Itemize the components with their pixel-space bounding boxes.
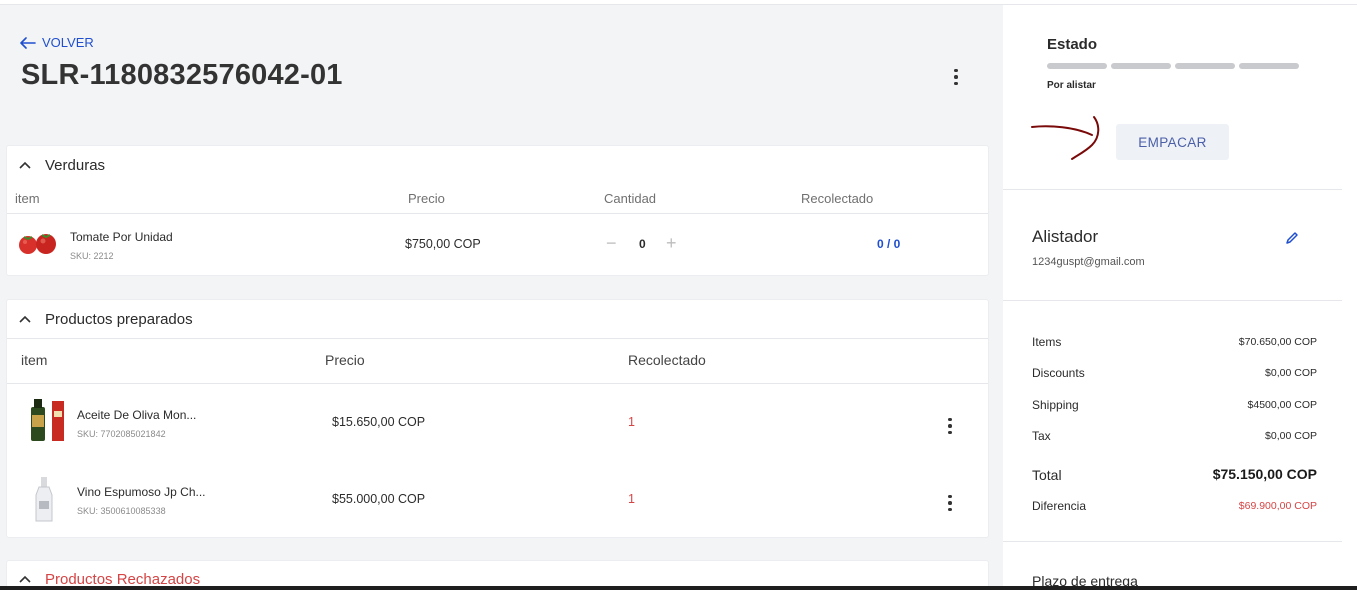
section-verduras: Verduras item Precio Cantidad Recolectad… — [6, 145, 989, 276]
empacar-button[interactable]: EMPACAR — [1116, 124, 1229, 160]
summary-tax-value: $0,00 COP — [1265, 430, 1317, 442]
product-sku: SKU: 3500610085338 — [77, 506, 166, 516]
summary-total-label: Total — [1032, 467, 1062, 483]
column-header-recolectado: Recolectado — [801, 191, 874, 206]
back-link[interactable]: VOLVER — [20, 35, 94, 50]
decrease-quantity-button[interactable]: − — [606, 234, 617, 252]
product-name: Aceite De Oliva Mon... — [77, 408, 197, 422]
quantity-value: 0 — [639, 237, 646, 251]
product-sku: SKU: 7702085021842 — [77, 429, 166, 439]
summary-difference-label: Diferencia — [1032, 499, 1087, 513]
annotation-arrow-icon — [1031, 116, 1100, 160]
wine-bottle-product-image — [35, 477, 53, 522]
product-name: Vino Espumoso Jp Ch... — [77, 485, 206, 499]
section-title: Productos Rechazados — [45, 570, 201, 588]
summary-items-label: Items — [1032, 335, 1062, 349]
column-header-item: item — [21, 352, 48, 368]
section-title: Verduras — [45, 156, 106, 174]
tomato-product-image — [19, 234, 56, 254]
kebab-dot-icon — [948, 417, 952, 422]
kebab-dot-icon — [948, 507, 952, 512]
pencil-icon[interactable] — [1285, 231, 1299, 245]
progress-step — [1239, 63, 1299, 69]
progress-step — [1111, 63, 1171, 69]
status-label: Por alistar — [1047, 80, 1096, 91]
collected-count: 0 / 0 — [877, 237, 901, 251]
order-more-options-button[interactable] — [947, 66, 965, 88]
progress-step — [1175, 63, 1235, 69]
back-link-label: VOLVER — [42, 35, 94, 50]
product-price: $55.000,00 COP — [332, 492, 426, 506]
summary-total-value: $75.150,00 COP — [1212, 466, 1317, 482]
divider — [1003, 189, 1342, 190]
section-verduras-header[interactable]: Verduras — [7, 146, 988, 184]
status-progress-bar — [1047, 63, 1299, 69]
order-main-panel: VOLVER SLR-1180832576042-01 Verduras ite… — [0, 5, 1003, 590]
product-price: $15.650,00 COP — [332, 415, 426, 429]
product-price: $750,00 COP — [405, 237, 481, 251]
summary-discounts-label: Discounts — [1032, 366, 1085, 380]
kebab-dot-icon — [954, 81, 958, 86]
kebab-dot-icon — [948, 424, 952, 428]
section-title: Productos preparados — [45, 310, 193, 328]
column-header-item: item — [15, 191, 40, 206]
progress-step — [1047, 63, 1107, 69]
kebab-dot-icon — [954, 68, 958, 73]
product-sku: SKU: 2212 — [70, 251, 114, 261]
row-more-options-button[interactable] — [941, 415, 959, 437]
section-productos-preparados: Productos preparados item Precio Recolec… — [6, 299, 989, 538]
divider — [7, 213, 988, 214]
taskbar-edge — [0, 586, 1357, 590]
summary-discounts-value: $0,00 COP — [1265, 367, 1317, 379]
summary-items-value: $70.650,00 COP — [1238, 336, 1317, 348]
collected-count: 1 — [628, 415, 635, 429]
kebab-dot-icon — [948, 494, 952, 499]
kebab-dot-icon — [954, 75, 958, 79]
collected-count: 1 — [628, 492, 635, 506]
chevron-up-icon — [19, 315, 31, 323]
chevron-up-icon — [19, 575, 31, 583]
kebab-dot-icon — [948, 501, 952, 505]
row-more-options-button[interactable] — [941, 492, 959, 514]
kebab-dot-icon — [948, 430, 952, 435]
product-name: Tomate Por Unidad — [70, 230, 173, 244]
divider — [1003, 541, 1342, 542]
olive-oil-product-image — [31, 399, 64, 441]
divider — [7, 338, 988, 339]
arrow-left-icon — [20, 36, 36, 49]
page-title: SLR-1180832576042-01 — [21, 59, 343, 91]
divider — [7, 383, 988, 384]
section-preparados-header[interactable]: Productos preparados — [7, 300, 988, 338]
column-header-precio: Precio — [325, 352, 365, 368]
divider — [1003, 300, 1342, 301]
summary-tax-label: Tax — [1032, 429, 1051, 443]
summary-shipping-label: Shipping — [1032, 398, 1079, 412]
picker-email: 1234guspt@gmail.com — [1032, 256, 1145, 268]
summary-shipping-value: $4500,00 COP — [1247, 399, 1317, 411]
summary-difference-value: $69.900,00 COP — [1238, 500, 1317, 512]
increase-quantity-button[interactable]: + — [666, 234, 677, 252]
chevron-up-icon — [19, 161, 31, 169]
picker-title: Alistador — [1032, 227, 1099, 246]
column-header-cantidad: Cantidad — [604, 191, 657, 206]
status-title: Estado — [1047, 36, 1098, 53]
order-side-panel: Estado Por alistar EMPACAR Alistador 123… — [1003, 5, 1357, 590]
column-header-precio: Precio — [408, 191, 445, 206]
column-header-recolectado: Recolectado — [628, 352, 706, 368]
